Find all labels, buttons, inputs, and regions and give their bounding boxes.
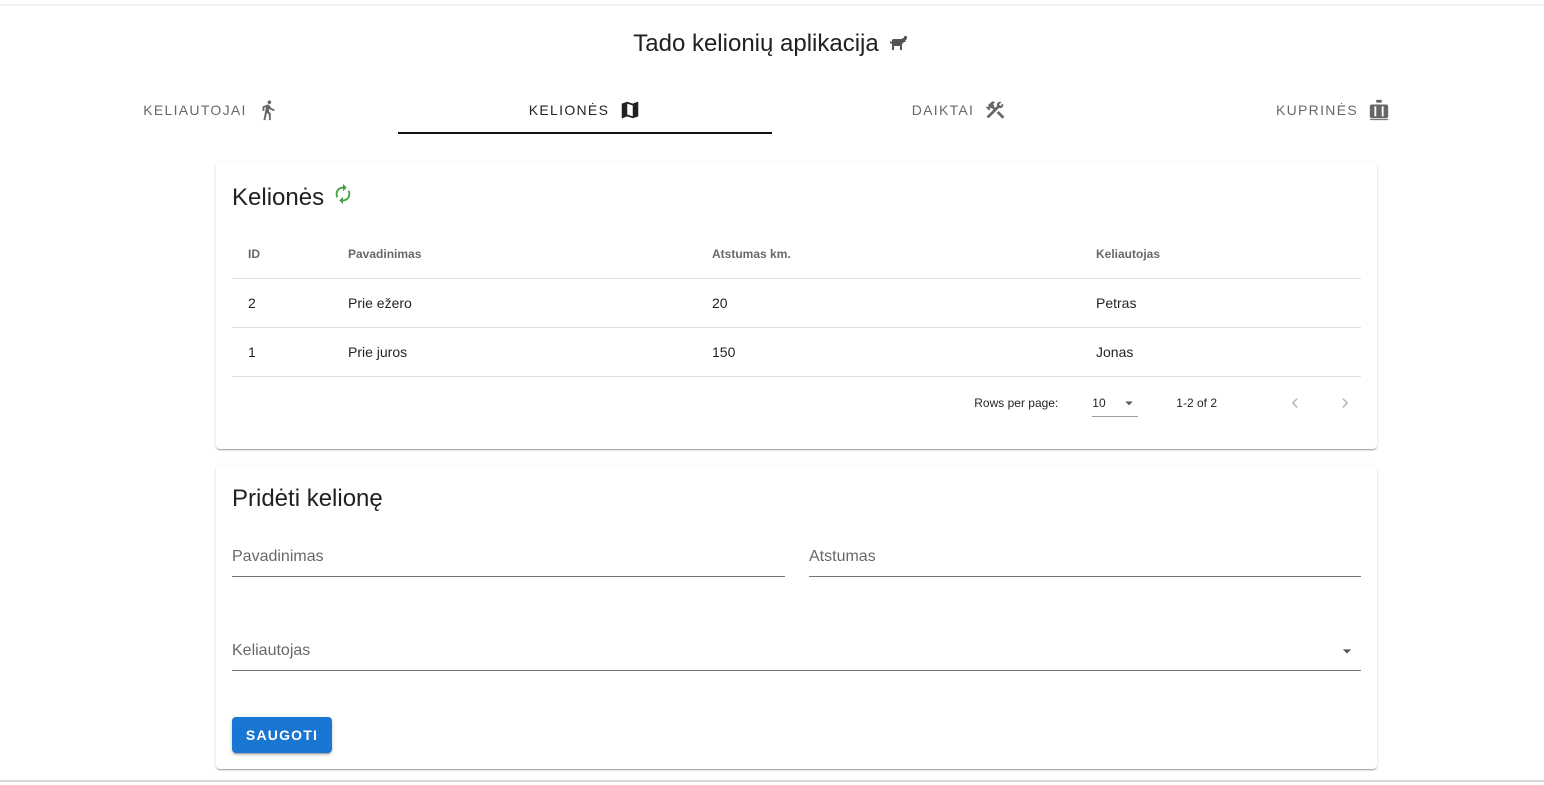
tab-label: KUPRINĖS bbox=[1276, 102, 1358, 118]
dog-icon bbox=[889, 36, 907, 50]
trips-title: Kelionės bbox=[232, 183, 325, 211]
column-header-traveler[interactable]: Keliautojas bbox=[1080, 230, 1361, 279]
caret-down-icon bbox=[1342, 648, 1352, 653]
add-trip-title: Pridėti kelionę bbox=[232, 485, 383, 512]
save-button[interactable]: SAUGOTI bbox=[232, 717, 332, 753]
app-title: Tado kelionių aplikacija bbox=[633, 30, 879, 57]
cell-name: Prie ežero bbox=[332, 278, 696, 328]
table-row[interactable]: 2 Prie ežero 20 Petras bbox=[232, 278, 1361, 328]
tab-items[interactable]: DAIKTAI bbox=[772, 86, 1146, 134]
cell-traveler: Jonas bbox=[1080, 327, 1361, 377]
walk-icon bbox=[262, 100, 275, 121]
refresh-icon bbox=[335, 183, 351, 205]
rows-per-page-label: Rows per page: bbox=[974, 396, 1059, 410]
trips-card-header: Kelionės bbox=[232, 183, 354, 212]
refresh-button[interactable] bbox=[332, 183, 354, 212]
table-header-row: ID Pavadinimas Atstumas km. Keliautojas bbox=[232, 230, 1361, 279]
cell-id: 2 bbox=[232, 278, 332, 328]
bag-icon bbox=[1369, 99, 1389, 121]
trips-table: ID Pavadinimas Atstumas km. Keliautojas … bbox=[232, 230, 1361, 377]
rows-per-page-value: 10 bbox=[1092, 395, 1106, 410]
trips-card: Kelionės ID Pavadinimas Atstumas km. Kel… bbox=[216, 162, 1377, 449]
trip-name-field[interactable]: Pavadinimas bbox=[232, 537, 785, 577]
tab-backpacks[interactable]: KUPRINĖS bbox=[1146, 86, 1520, 134]
tab-travelers[interactable]: KELIAUTOJAI bbox=[24, 86, 398, 134]
column-header-name[interactable]: Pavadinimas bbox=[332, 230, 696, 279]
tab-label: KELIAUTOJAI bbox=[143, 102, 247, 118]
next-page-button[interactable] bbox=[1333, 391, 1357, 415]
table-pagination: Rows per page: 10 1-2 of 2 bbox=[974, 389, 1357, 417]
tab-label: KELIONĖS bbox=[528, 102, 610, 118]
cell-distance: 150 bbox=[696, 327, 1080, 377]
tools-icon bbox=[986, 101, 1005, 119]
chevron-right-icon bbox=[1342, 398, 1349, 408]
map-icon bbox=[621, 101, 639, 119]
previous-page-button[interactable] bbox=[1283, 391, 1307, 415]
table-row[interactable]: 1 Prie juros 150 Jonas bbox=[232, 327, 1361, 377]
traveler-select[interactable]: Keliautojas bbox=[232, 631, 1361, 671]
add-trip-card: Pridėti kelionę Pavadinimas Atstumas Kel… bbox=[216, 465, 1377, 769]
chevron-left-icon bbox=[1291, 398, 1298, 408]
trip-distance-label: Atstumas bbox=[809, 547, 876, 565]
cell-name: Prie juros bbox=[332, 327, 696, 377]
bottom-divider bbox=[0, 780, 1544, 782]
column-header-distance[interactable]: Atstumas km. bbox=[696, 230, 1080, 279]
traveler-select-label: Keliautojas bbox=[232, 641, 311, 659]
cell-id: 1 bbox=[232, 327, 332, 377]
cell-traveler: Petras bbox=[1080, 278, 1361, 328]
tab-trips[interactable]: KELIONĖS bbox=[398, 86, 772, 134]
cell-distance: 20 bbox=[696, 278, 1080, 328]
trip-distance-field[interactable]: Atstumas bbox=[809, 537, 1361, 577]
trip-name-label: Pavadinimas bbox=[232, 547, 324, 565]
caret-down-icon bbox=[1125, 401, 1134, 405]
column-header-id[interactable]: ID bbox=[232, 230, 332, 279]
rows-per-page-select[interactable]: 10 bbox=[1092, 389, 1139, 417]
main-tabs: KELIAUTOJAI KELIONĖS DAIKTAI KUPRINĖS bbox=[24, 86, 1520, 134]
pagination-range: 1-2 of 2 bbox=[1176, 396, 1217, 410]
tab-label: DAIKTAI bbox=[911, 102, 975, 118]
app-header: Tado kelionių aplikacija bbox=[0, 30, 1544, 58]
top-divider bbox=[0, 4, 1544, 6]
